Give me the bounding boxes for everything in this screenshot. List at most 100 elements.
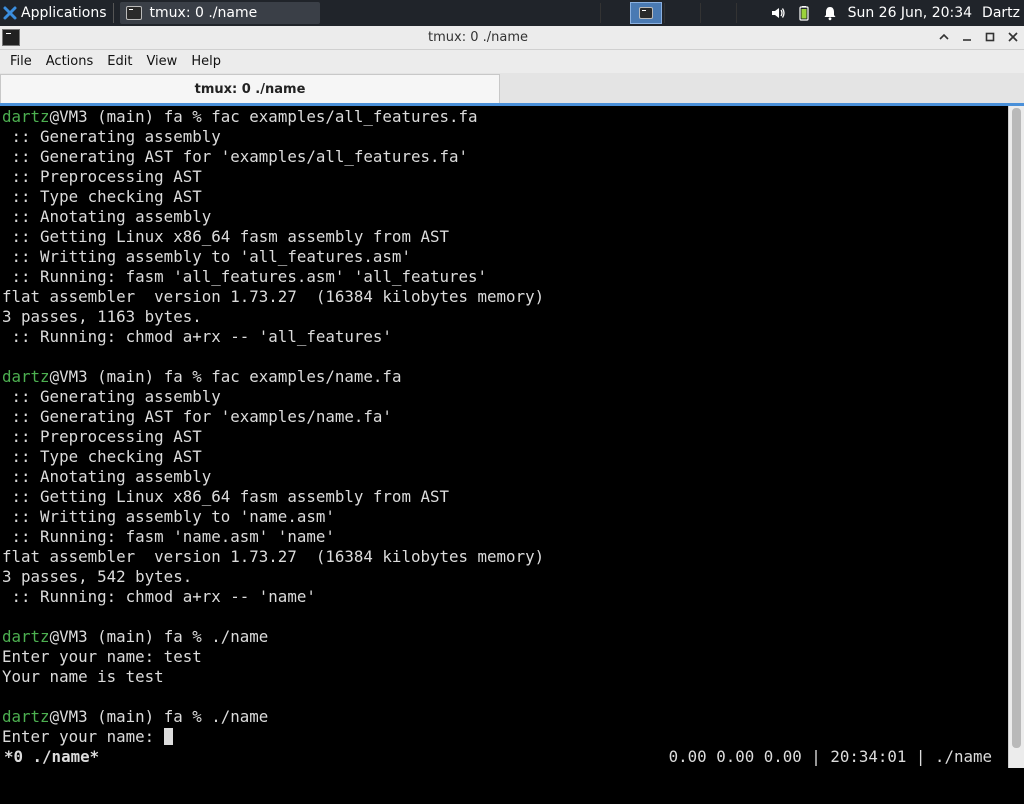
workspace-switcher-active[interactable]	[630, 2, 662, 24]
tmux-window-list[interactable]: *0 ./name*	[4, 747, 99, 766]
prompt-command: @VM3 (main) fa % fac examples/name.fa	[49, 367, 402, 386]
terminal-line: :: Generating AST for 'examples/name.fa'	[2, 407, 1008, 427]
close-window-icon[interactable]	[1005, 29, 1021, 45]
terminal-line-text: flat assembler version 1.73.27 (16384 ki…	[2, 287, 545, 306]
panel-separator	[112, 3, 114, 23]
window-title: tmux: 0 ./name	[428, 30, 528, 45]
terminal-line-text: Enter your name:	[2, 727, 164, 746]
menu-view[interactable]: View	[139, 54, 184, 69]
terminal-line-text: 3 passes, 542 bytes.	[2, 567, 193, 586]
terminal-line: :: Type checking AST	[2, 187, 1008, 207]
maximize-window-icon[interactable]	[982, 29, 998, 45]
taskbar-window-button[interactable]: tmux: 0 ./name	[119, 2, 320, 24]
prompt-user: dartz	[2, 627, 50, 646]
terminal-line: 3 passes, 542 bytes.	[2, 567, 1008, 587]
terminal-line: dartz@VM3 (main) fa % ./name	[2, 707, 1008, 727]
terminal-line: dartz@VM3 (main) fa % ./name	[2, 627, 1008, 647]
prompt-user: dartz	[2, 367, 50, 386]
volume-icon[interactable]	[770, 5, 786, 21]
tab-bar: tmux: 0 ./name	[0, 73, 1024, 105]
clock[interactable]: Sun 26 Jun, 20:34	[848, 5, 972, 21]
workspace-5[interactable]	[736, 3, 766, 23]
notification-bell-icon[interactable]	[822, 5, 838, 21]
prompt-command: @VM3 (main) fa % fac examples/all_featur…	[49, 107, 478, 126]
terminal-line-text: :: Generating AST for 'examples/name.fa'	[2, 407, 392, 426]
applications-menu-button[interactable]: Applications	[0, 0, 111, 26]
user-menu[interactable]: Dartz	[982, 5, 1020, 21]
terminal-line-text: Your name is test	[2, 667, 164, 686]
menu-file[interactable]: File	[3, 54, 39, 69]
terminal-line: :: Type checking AST	[2, 447, 1008, 467]
terminal-line: :: Generating assembly	[2, 387, 1008, 407]
terminal-line-text: :: Running: fasm 'name.asm' 'name'	[2, 527, 335, 546]
terminal-cursor	[163, 728, 173, 745]
terminal-line-text: 3 passes, 1163 bytes.	[2, 307, 202, 326]
terminal-line-text: :: Running: chmod a+rx -- 'name'	[2, 587, 316, 606]
terminal-line-text: :: Writting assembly to 'name.asm'	[2, 507, 335, 526]
terminal-line: :: Generating assembly	[2, 127, 1008, 147]
terminal-line-text: :: Generating assembly	[2, 387, 221, 406]
terminal-line-text: :: Preprocessing AST	[2, 167, 202, 186]
battery-icon[interactable]	[796, 5, 812, 21]
terminal-line-text: :: Writting assembly to 'all_features.as…	[2, 247, 411, 266]
terminal-line: :: Getting Linux x86_64 fasm assembly fr…	[2, 227, 1008, 247]
workspace-3[interactable]	[664, 3, 694, 23]
tmux-status-bar: *0 ./name* 0.00 0.00 0.00 | 20:34:01 | .…	[0, 747, 1008, 768]
terminal-line-text: :: Type checking AST	[2, 187, 202, 206]
terminal-line-text: :: Getting Linux x86_64 fasm assembly fr…	[2, 227, 450, 246]
menu-bar: File Actions Edit View Help	[0, 50, 1024, 73]
terminal-line-text: :: Getting Linux x86_64 fasm assembly fr…	[2, 487, 450, 506]
terminal-line: :: Preprocessing AST	[2, 167, 1008, 187]
terminal-line: dartz@VM3 (main) fa % fac examples/name.…	[2, 367, 1008, 387]
window-titlebar[interactable]: tmux: 0 ./name	[0, 26, 1024, 50]
prompt-user: dartz	[2, 107, 50, 126]
terminal-line-text: :: Running: chmod a+rx -- 'all_features'	[2, 327, 392, 346]
prompt-command: @VM3 (main) fa % ./name	[49, 627, 269, 646]
terminal-line: :: Preprocessing AST	[2, 427, 1008, 447]
terminal-line: :: Running: fasm 'name.asm' 'name'	[2, 527, 1008, 547]
terminal-line: :: Generating AST for 'examples/all_feat…	[2, 147, 1008, 167]
shade-window-icon[interactable]	[936, 29, 952, 45]
terminal-line: Your name is test	[2, 667, 1008, 687]
workspace-1[interactable]	[600, 3, 630, 23]
prompt-user: dartz	[2, 707, 50, 726]
terminal-line-text: :: Anotating assembly	[2, 207, 212, 226]
terminal-line: :: Running: chmod a+rx -- 'all_features'	[2, 327, 1008, 347]
terminal-scrollbar[interactable]	[1008, 106, 1024, 768]
terminal-output[interactable]: dartz@VM3 (main) fa % fac examples/all_f…	[0, 106, 1008, 768]
terminal-line: :: Running: fasm 'all_features.asm' 'all…	[2, 267, 1008, 287]
menu-edit[interactable]: Edit	[100, 54, 139, 69]
terminal-line-text: :: Running: fasm 'all_features.asm' 'all…	[2, 267, 488, 286]
terminal-line-text: :: Preprocessing AST	[2, 427, 202, 446]
terminal-line-text: Enter your name: test	[2, 647, 202, 666]
terminal-line: Enter your name: test	[2, 647, 1008, 667]
minimize-window-icon[interactable]	[959, 29, 975, 45]
system-tray: Sun 26 Jun, 20:34 Dartz	[770, 0, 1024, 26]
terminal-icon	[125, 6, 142, 20]
top-panel: Applications tmux: 0 ./name Sun 26 Jun, …	[0, 0, 1024, 26]
terminal-line: dartz@VM3 (main) fa % fac examples/all_f…	[2, 107, 1008, 127]
applications-label: Applications	[21, 5, 107, 21]
terminal-line-text: :: Type checking AST	[2, 447, 202, 466]
terminal-line-text: :: Anotating assembly	[2, 467, 212, 486]
terminal-line: :: Getting Linux x86_64 fasm assembly fr…	[2, 487, 1008, 507]
workspace-4[interactable]	[700, 3, 730, 23]
terminal-line-text: :: Generating assembly	[2, 127, 221, 146]
terminal-line: Enter your name:	[2, 727, 1008, 747]
menu-actions[interactable]: Actions	[39, 54, 101, 69]
scrollbar-thumb[interactable]	[1012, 108, 1021, 748]
prompt-command: @VM3 (main) fa % ./name	[49, 707, 269, 726]
terminal-line: :: Running: chmod a+rx -- 'name'	[2, 587, 1008, 607]
terminal-line-text: :: Generating AST for 'examples/all_feat…	[2, 147, 469, 166]
terminal-line: :: Writting assembly to 'name.asm'	[2, 507, 1008, 527]
terminal-line: 3 passes, 1163 bytes.	[2, 307, 1008, 327]
terminal-line: flat assembler version 1.73.27 (16384 ki…	[2, 287, 1008, 307]
terminal-line-text: flat assembler version 1.73.27 (16384 ki…	[2, 547, 545, 566]
tab-tmux[interactable]: tmux: 0 ./name	[0, 74, 500, 105]
terminal-line: flat assembler version 1.73.27 (16384 ki…	[2, 547, 1008, 567]
menu-help[interactable]: Help	[184, 54, 228, 69]
tmux-status-right: 0.00 0.00 0.00 | 20:34:01 | ./name	[668, 747, 992, 766]
